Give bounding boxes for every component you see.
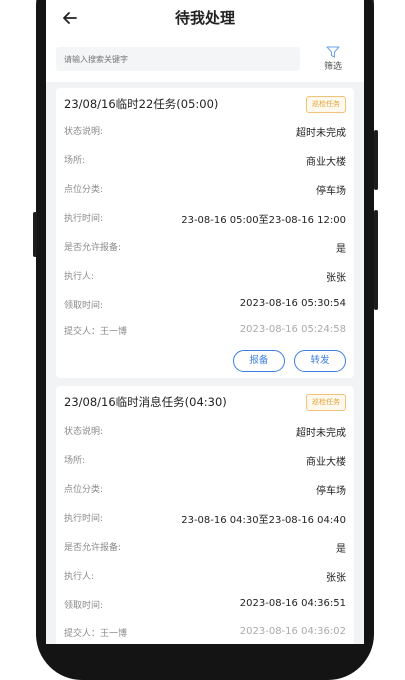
exec-time-label: 执行时间: — [64, 214, 104, 224]
category-label: 点位分类: — [64, 485, 104, 495]
filter-label: 筛选 — [323, 62, 342, 72]
task-card[interactable]: 23/08/16临时消息任务(04:30) 巡检任务 状态说明: 超时未完成 场… — [56, 386, 354, 644]
category-value: 停车场 — [316, 486, 346, 497]
receive-time-value: 2023-08-16 05:30:54 — [239, 298, 346, 309]
search-input[interactable] — [56, 47, 300, 71]
exec-time-value: 23-08-16 04:30至23-08-16 04:40 — [181, 515, 346, 526]
place-row: 场所: 商业大楼 — [64, 153, 346, 169]
exec-time-row: 执行时间: 23-08-16 04:30至23-08-16 04:40 — [64, 511, 346, 527]
exec-time-label: 执行时间: — [64, 514, 104, 524]
exec-time-row: 执行时间: 23-08-16 05:00至23-08-16 12:00 — [64, 211, 346, 227]
forward-button[interactable]: 转发 — [294, 350, 346, 372]
category-label: 点位分类: — [64, 185, 104, 195]
receive-time-row: 领取时间: 2023-08-16 05:30:54 — [64, 298, 346, 314]
report-button[interactable]: 报备 — [232, 350, 285, 372]
task-type-badge: 巡检任务 — [306, 96, 346, 113]
category-row: 点位分类: 停车场 — [64, 182, 346, 198]
place-value: 商业大楼 — [306, 457, 346, 468]
allow-report-row: 是否允许报备: 是 — [64, 540, 346, 556]
phone-side-button — [374, 210, 378, 310]
executor-value: 张张 — [326, 273, 346, 284]
task-title: 23/08/16临时消息任务(04:30) — [64, 395, 227, 409]
search-bar: 筛选 — [46, 38, 364, 82]
executor-label: 执行人: — [64, 572, 95, 582]
category-value: 停车场 — [316, 186, 346, 197]
status-row: 状态说明: 超时未完成 — [64, 124, 346, 140]
filter-button[interactable]: 筛选 — [314, 46, 352, 76]
status-label: 状态说明: — [64, 127, 104, 137]
task-card[interactable]: 23/08/16临时22任务(05:00) 巡检任务 状态说明: 超时未完成 场… — [56, 88, 354, 378]
filter-icon — [326, 46, 340, 58]
executor-label: 执行人: — [64, 272, 95, 282]
submitter-label: 提交人：王一博 — [64, 629, 128, 639]
receive-time-label: 领取时间: — [64, 301, 104, 311]
receive-time-label: 领取时间: — [64, 601, 104, 611]
executor-row: 执行人: 张张 — [64, 269, 346, 285]
phone-side-button — [374, 130, 378, 190]
place-label: 场所: — [64, 156, 86, 166]
submitter-row: 提交人：王一博 2023-08-16 05:24:58 — [64, 324, 346, 340]
executor-value: 张张 — [326, 573, 346, 584]
status-label: 状态说明: — [64, 427, 104, 437]
place-label: 场所: — [64, 456, 86, 466]
place-value: 商业大楼 — [306, 157, 346, 168]
submit-time-value: 2023-08-16 05:24:58 — [239, 324, 346, 335]
allow-report-value: 是 — [336, 544, 346, 555]
category-row: 点位分类: 停车场 — [64, 482, 346, 498]
allow-report-label: 是否允许报备: — [64, 543, 122, 553]
phone-side-button — [33, 212, 37, 257]
task-title: 23/08/16临时22任务(05:00) — [64, 97, 219, 111]
page-title: 待我处理 — [174, 9, 235, 27]
allow-report-value: 是 — [336, 244, 346, 255]
receive-time-row: 领取时间: 2023-08-16 04:36:51 — [64, 598, 346, 614]
executor-row: 执行人: 张张 — [64, 569, 346, 585]
card-actions: 报备 转发 — [229, 348, 346, 372]
allow-report-label: 是否允许报备: — [64, 243, 122, 253]
submit-time-value: 2023-08-16 04:36:02 — [239, 626, 346, 637]
allow-report-row: 是否允许报备: 是 — [64, 240, 346, 256]
task-type-badge: 巡检任务 — [306, 394, 346, 411]
submitter-row: 提交人：王一博 2023-08-16 04:36:02 — [64, 626, 346, 642]
submitter-label: 提交人：王一博 — [64, 327, 128, 337]
nav-header: 待我处理 — [46, 0, 364, 38]
status-row: 状态说明: 超时未完成 — [64, 424, 346, 440]
status-value: 超时未完成 — [296, 128, 346, 139]
exec-time-value: 23-08-16 05:00至23-08-16 12:00 — [181, 215, 346, 226]
receive-time-value: 2023-08-16 04:36:51 — [239, 598, 346, 609]
place-row: 场所: 商业大楼 — [64, 453, 346, 469]
app-screen: 待我处理 筛选 23/08/16临时22任务(05:00) 巡检任务 状态说明:… — [46, 0, 364, 644]
status-value: 超时未完成 — [296, 428, 346, 439]
